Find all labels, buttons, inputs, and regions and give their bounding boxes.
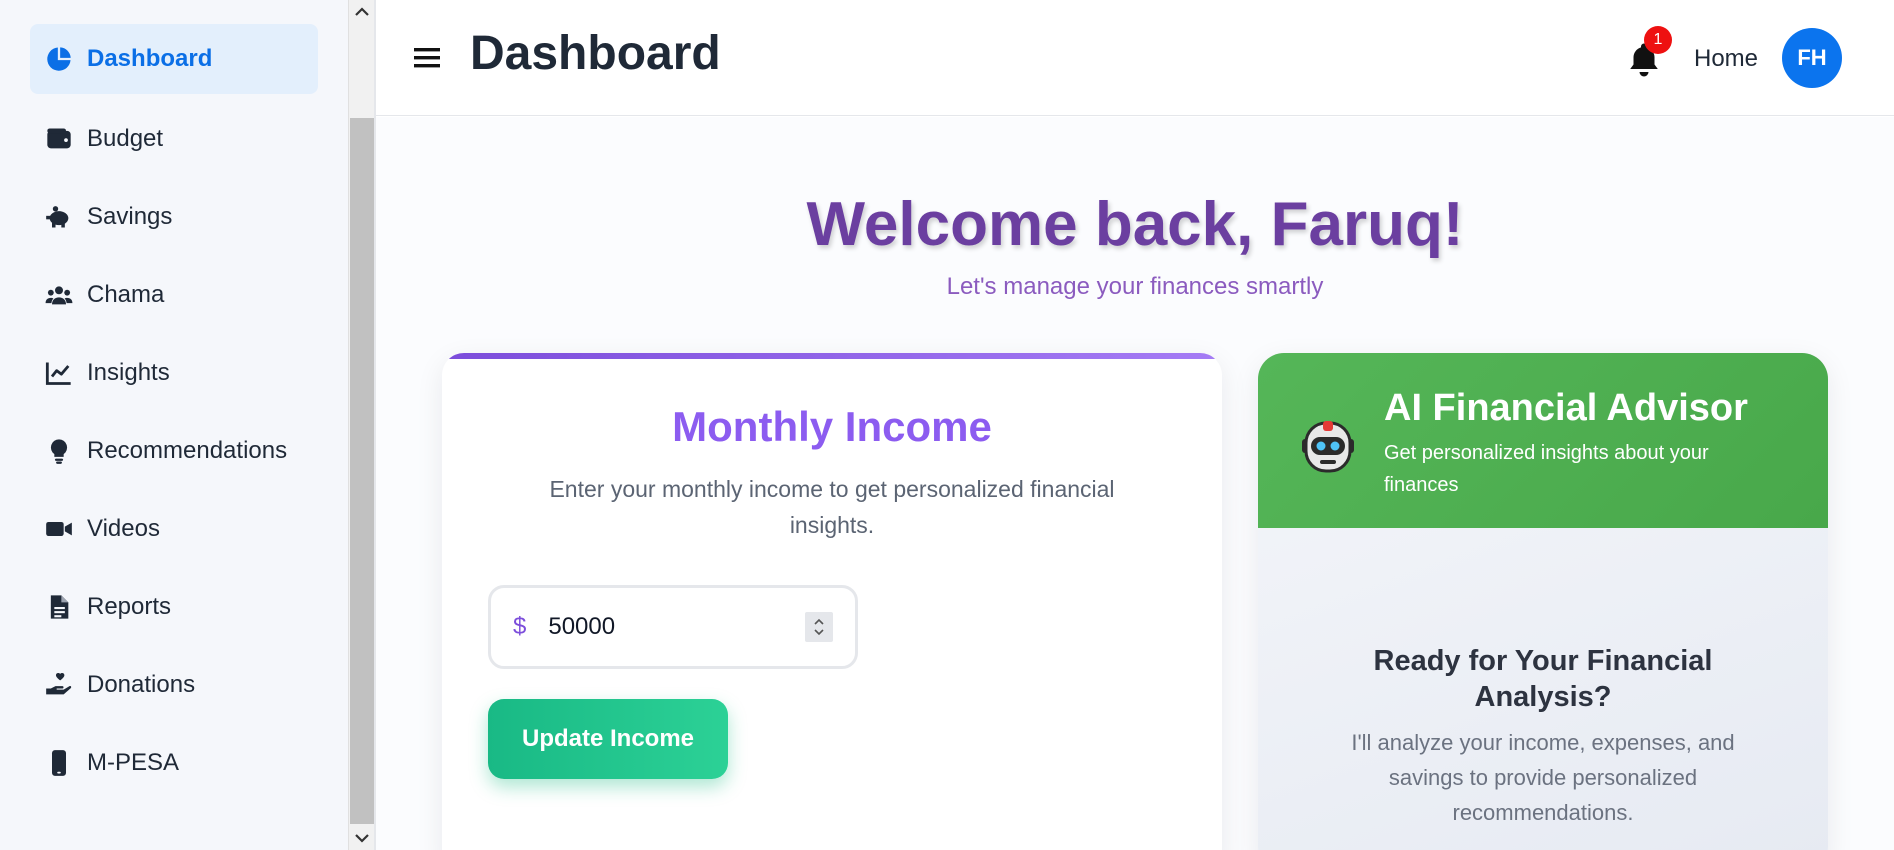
sidebar-item-label: Budget [87,125,164,152]
video-icon [44,514,74,544]
sidebar-item-donations[interactable]: Donations [30,650,318,720]
top-header: Dashboard 1 Home FH [376,0,1894,116]
avatar[interactable]: FH [1782,28,1842,88]
sidebar-item-reports[interactable]: Reports [30,572,318,642]
sidebar-item-label: Savings [87,203,173,230]
lightbulb-icon [44,436,74,466]
ai-ready-title: Ready for Your Financial Analysis? [1373,645,1713,713]
sidebar-item-label: Reports [87,593,172,620]
ai-financial-advisor-card: AI Financial Advisor Get personalized in… [1258,353,1828,850]
ai-card-header: AI Financial Advisor Get personalized in… [1258,353,1828,528]
sidebar: Dashboard Budget Savings Chama Insights … [0,0,348,850]
sidebar-item-label: Recommendations [87,437,288,464]
pie-chart-icon [44,44,74,74]
sidebar-item-label: M-PESA [87,749,180,776]
sidebar-item-label: Donations [87,671,196,698]
line-chart-icon [44,358,74,388]
scrollbar-thumb[interactable] [350,118,374,824]
number-stepper-icon[interactable] [805,612,833,642]
income-input[interactable]: $ 50000 [488,585,858,669]
card-accent-bar [442,353,1222,359]
sidebar-item-label: Chama [87,281,165,308]
notification-badge: 1 [1644,26,1672,54]
sidebar-item-insights[interactable]: Insights [30,338,318,408]
ai-card-title: AI Financial Advisor [1384,387,1748,429]
piggy-bank-icon [44,202,74,232]
sidebar-item-dashboard[interactable]: Dashboard [30,24,318,94]
sidebar-item-budget[interactable]: Budget [30,104,318,174]
welcome-title: Welcome back, Faruq! [806,190,1464,259]
income-card-description: Enter your monthly income to get persona… [549,476,1115,538]
welcome-subtitle: Let's manage your finances smartly [946,273,1324,300]
sidebar-item-mpesa[interactable]: M-PESA [30,728,318,798]
sidebar-item-savings[interactable]: Savings [30,182,318,252]
income-value[interactable]: 50000 [548,613,805,641]
currency-symbol: $ [513,613,527,640]
users-icon [44,280,74,310]
home-link[interactable]: Home [1694,45,1758,73]
sidebar-item-label: Videos [87,515,160,542]
robot-icon [1296,413,1360,477]
hamburger-menu-icon[interactable] [412,42,442,72]
sidebar-item-label: Insights [87,359,170,386]
sidebar-item-chama[interactable]: Chama [30,260,318,330]
income-card-title: Monthly Income [672,403,992,450]
sidebar-item-label: Dashboard [87,45,213,72]
main-content: Welcome back, Faruq! Let's manage your f… [376,117,1894,850]
monthly-income-card: Monthly Income Enter your monthly income… [442,353,1222,850]
sidebar-item-videos[interactable]: Videos [30,494,318,564]
update-income-button[interactable]: Update Income [488,699,728,779]
scroll-down-arrow-icon[interactable] [349,826,375,850]
sidebar-item-recommendations[interactable]: Recommendations [30,416,318,486]
wallet-icon [44,124,74,154]
mobile-phone-icon [44,748,74,778]
scroll-up-arrow-icon[interactable] [349,0,375,24]
ai-ready-description: I'll analyze your income, expenses, and … [1351,730,1735,825]
file-icon [44,592,74,622]
avatar-initials: FH [1797,45,1827,70]
ai-card-subtitle: Get personalized insights about your fin… [1384,442,1709,496]
hand-heart-icon [44,670,74,700]
page-title: Dashboard [470,27,721,80]
sidebar-scrollbar[interactable] [348,0,374,850]
